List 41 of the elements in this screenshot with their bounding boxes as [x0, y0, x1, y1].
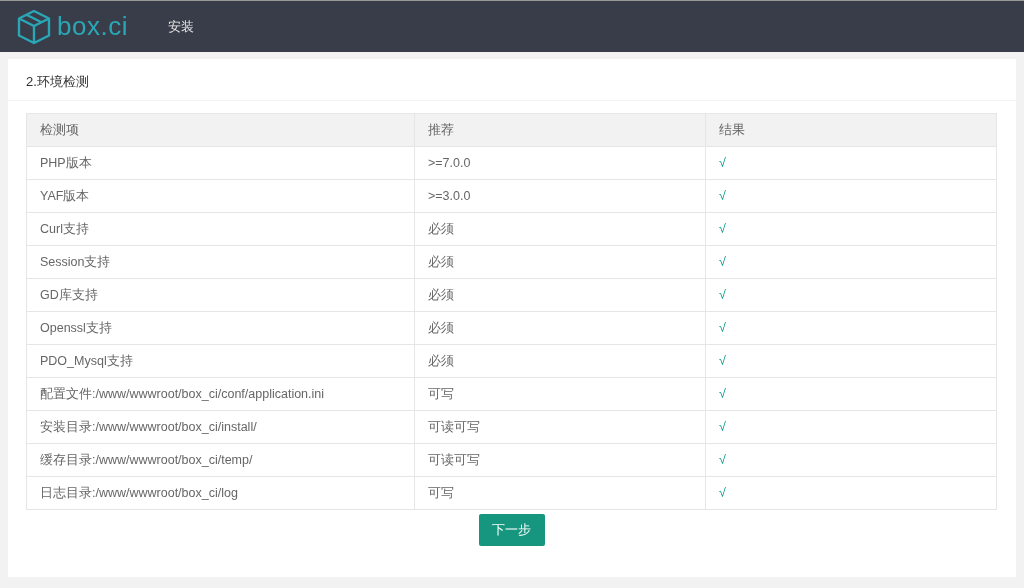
check-mark: √ [705, 245, 997, 279]
table-cell: Session支持 [26, 245, 415, 279]
check-mark: √ [705, 476, 997, 510]
table-cell: 必须 [414, 311, 706, 345]
table-cell: >=3.0.0 [414, 179, 706, 213]
table-cell: YAF版本 [26, 179, 415, 213]
table-cell: GD库支持 [26, 278, 415, 312]
table-cell: >=7.0.0 [414, 146, 706, 180]
check-mark: √ [705, 179, 997, 213]
table-cell: 可写 [414, 476, 706, 510]
check-mark: √ [705, 410, 997, 444]
check-mark: √ [705, 311, 997, 345]
next-button[interactable]: 下一步 [478, 514, 545, 546]
section-title: 2.环境检测 [8, 59, 1016, 101]
table-cell: 安装目录:/www/wwwroot/box_ci/install/ [26, 410, 415, 444]
table-cell: 必须 [414, 278, 706, 312]
table-cell: 可读可写 [414, 443, 706, 477]
table-cell: PHP版本 [26, 146, 415, 180]
nav-link[interactable]: 安装 [159, 13, 202, 40]
logo-text: box.ci [57, 11, 128, 42]
table-cell: 必须 [414, 245, 706, 279]
check-mark: √ [705, 146, 997, 180]
check-mark: √ [705, 278, 997, 312]
check-mark: √ [705, 212, 997, 246]
check-mark: √ [705, 377, 997, 411]
cube-icon [17, 8, 51, 45]
check-mark: √ [705, 443, 997, 477]
table-cell: 可读可写 [414, 410, 706, 444]
table-cell: 缓存目录:/www/wwwroot/box_ci/temp/ [26, 443, 415, 477]
table-cell: 日志目录:/www/wwwroot/box_ci/log [26, 476, 415, 510]
check-mark: √ [705, 344, 997, 378]
table-cell: 配置文件:/www/wwwroot/box_ci/conf/application.ini [26, 377, 415, 411]
table-cell: 可写 [414, 377, 706, 411]
table-cell: PDO_Mysql支持 [26, 344, 415, 378]
table-cell: 必须 [414, 344, 706, 378]
column-header: 推荐 [414, 113, 706, 147]
table-cell: Openssl支持 [26, 311, 415, 345]
table-cell: 必须 [414, 212, 706, 246]
table-cell: Curl支持 [26, 212, 415, 246]
column-header: 检测项 [26, 113, 415, 147]
column-header: 结果 [705, 113, 997, 147]
